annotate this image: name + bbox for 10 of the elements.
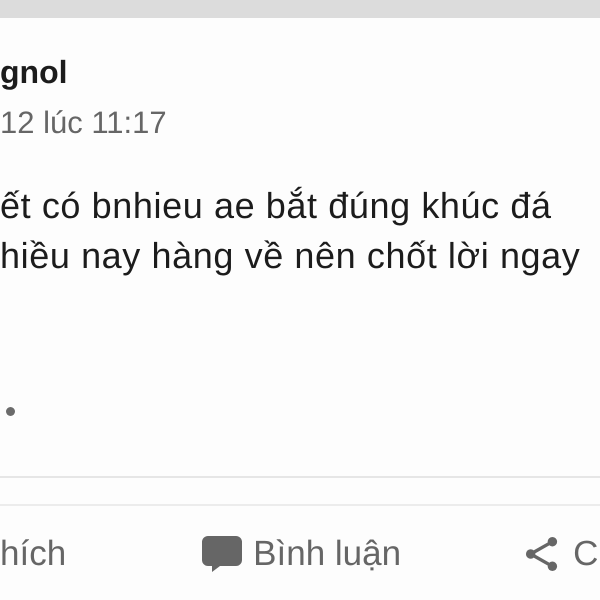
author-name[interactable]: gnol bbox=[0, 53, 68, 91]
speech-bubble-icon bbox=[202, 536, 242, 572]
post-text-line: hiều nay hàng về nên chốt lời ngay bbox=[0, 234, 580, 278]
comment-button[interactable]: Bình luận bbox=[202, 534, 402, 574]
like-button[interactable]: hích bbox=[0, 534, 66, 574]
post-text-line: ết có bnhieu ae bắt đúng khúc đá bbox=[0, 184, 552, 228]
dot-icon bbox=[6, 407, 15, 416]
post-timestamp: 12 lúc 11:17 bbox=[0, 106, 167, 140]
share-icon bbox=[525, 536, 560, 572]
share-button[interactable]: C bbox=[525, 534, 598, 574]
